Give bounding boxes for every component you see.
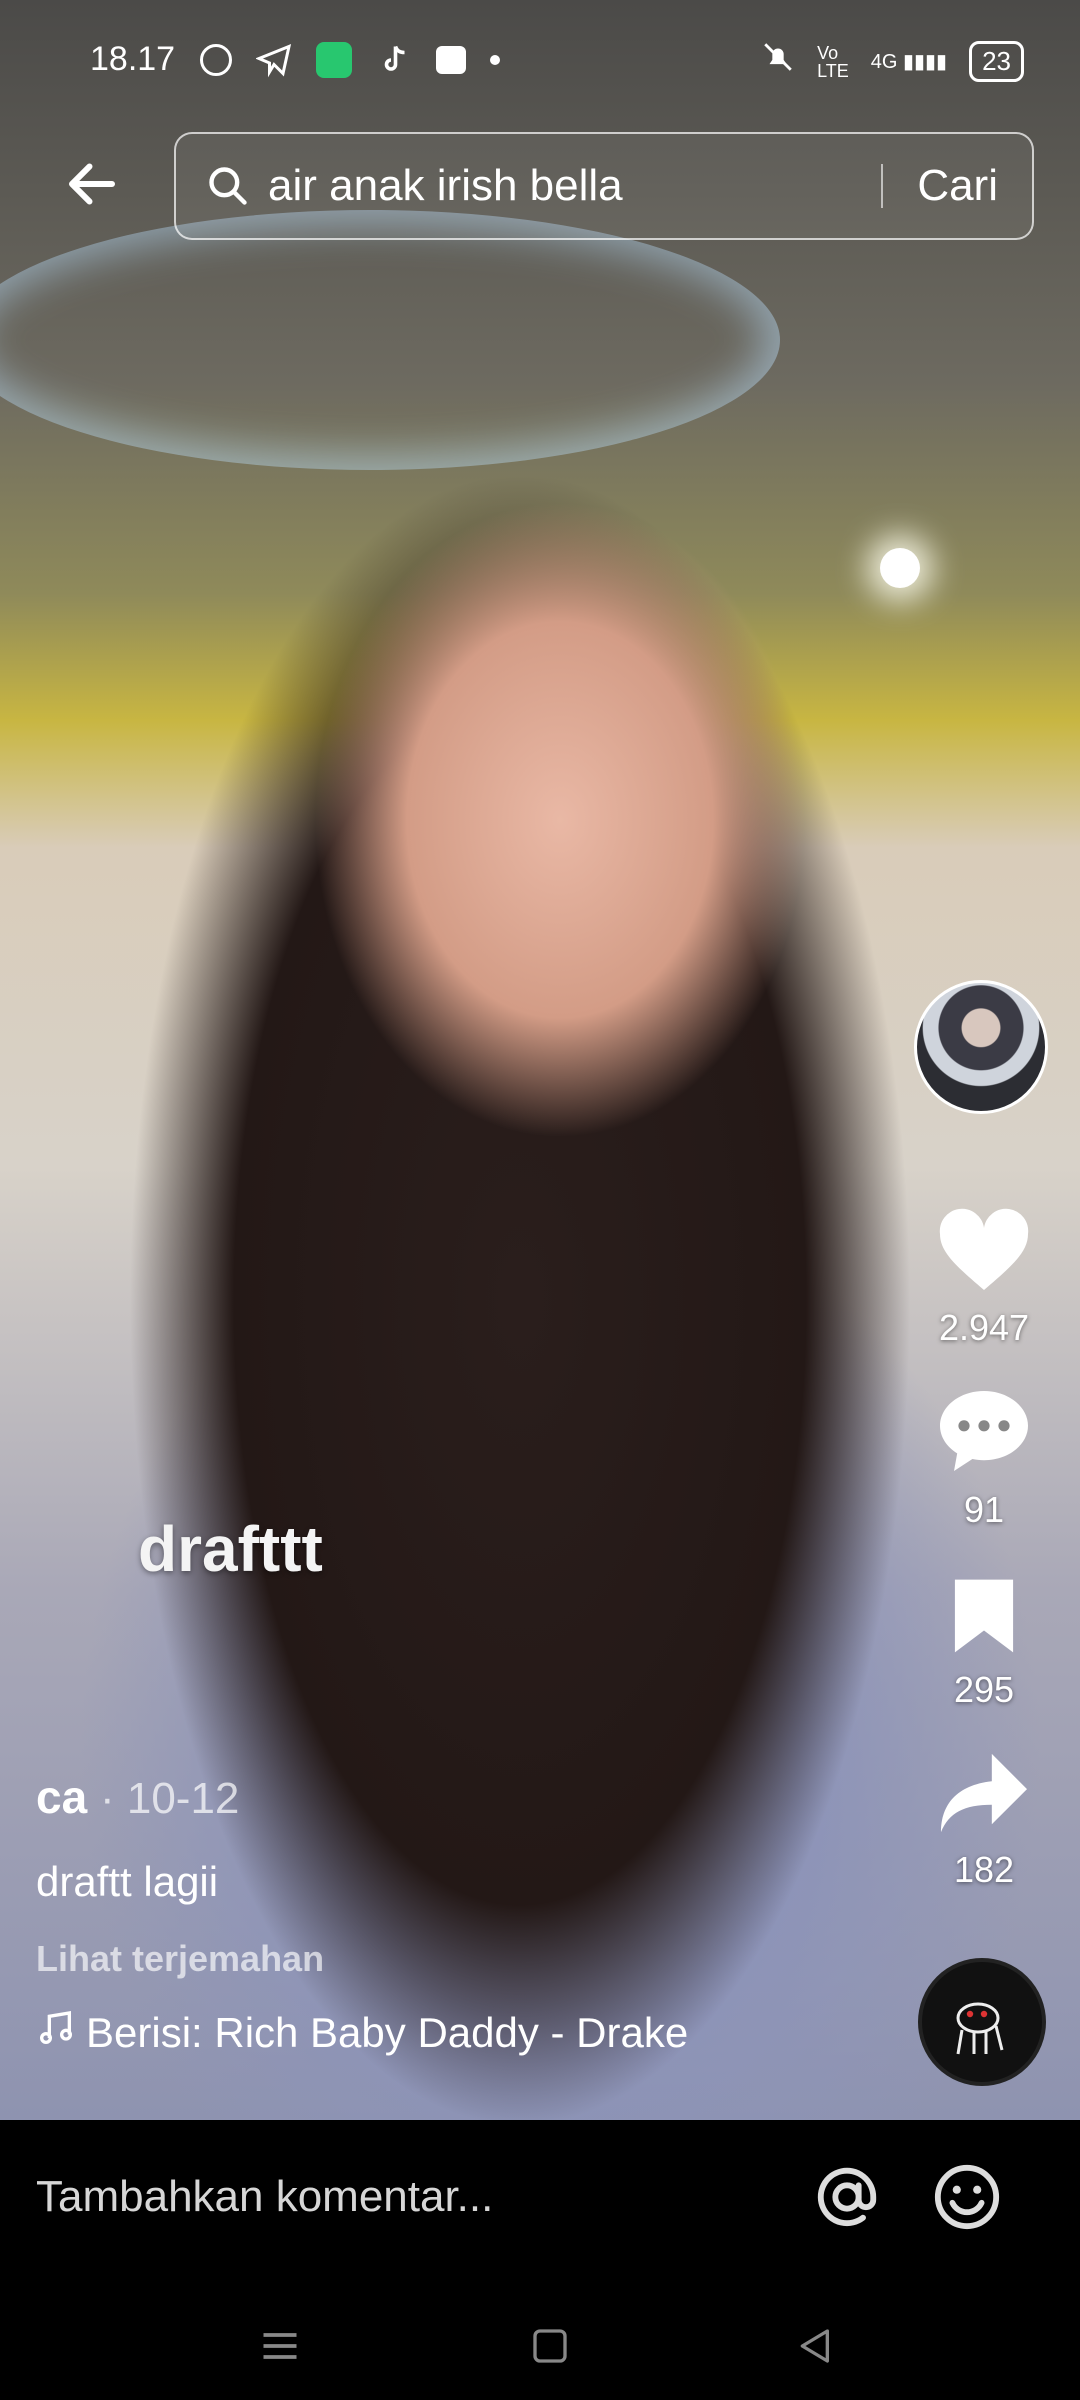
- search-divider: [881, 164, 884, 208]
- signal-icon: 4G ▮▮▮▮: [870, 51, 948, 73]
- author-name[interactable]: ca: [36, 1771, 87, 1823]
- chat-app-icon: [200, 44, 232, 76]
- telegram-icon: [255, 42, 292, 78]
- music-info[interactable]: Berisi: Rich Baby Daddy - Drake: [36, 2008, 816, 2058]
- comment-bar: Tambahkan komentar...: [0, 2120, 1080, 2280]
- music-cover-art-icon: [956, 2002, 1004, 2055]
- post-date-separator: ·: [99, 1774, 127, 1823]
- post-info: ca · 10-12 draftt lagii Lihat terjemahan…: [36, 1770, 816, 2058]
- search-query[interactable]: air anak irish bella: [268, 161, 881, 211]
- arrow-left-icon: [69, 163, 115, 205]
- video-caption-overlay: drafttt: [138, 1513, 323, 1585]
- mute-icon: [761, 40, 795, 83]
- more-dot-icon: [490, 55, 500, 65]
- notification-icons: [200, 42, 500, 78]
- search-bar[interactable]: air anak irish bella Cari: [174, 132, 1034, 240]
- comment-input[interactable]: Tambahkan komentar...: [36, 2172, 493, 2222]
- post-description: draftt lagii: [36, 1858, 219, 1905]
- see-translation-link[interactable]: Lihat terjemahan: [36, 1938, 816, 1980]
- like-count: 2.947: [938, 1307, 1030, 1348]
- status-time: 18.17: [90, 40, 176, 78]
- status-bar: 18.17 Vo LTE 4G ▮▮▮▮ 23: [0, 0, 1080, 120]
- tiktok-icon: [376, 42, 412, 78]
- share-icon: [941, 1753, 1027, 1833]
- save-button[interactable]: 295: [914, 1576, 1054, 1711]
- home-button[interactable]: [520, 2316, 580, 2376]
- search-header: air anak irish bella Cari: [0, 130, 1080, 240]
- battery-indicator: 23: [969, 41, 1024, 82]
- comment-button[interactable]: 91: [914, 1386, 1054, 1531]
- system-nav-bar: [0, 2280, 1080, 2400]
- volte-icon: Vo LTE: [817, 42, 849, 81]
- shop-app-icon: [316, 42, 352, 78]
- comment-count: 91: [963, 1489, 1005, 1530]
- share-button[interactable]: 182: [914, 1750, 1054, 1891]
- comment-icon: [940, 1391, 1028, 1471]
- share-count: 182: [953, 1849, 1015, 1890]
- square-icon: [533, 2329, 567, 2363]
- mention-button[interactable]: [812, 2162, 882, 2232]
- save-count: 295: [953, 1669, 1015, 1710]
- music-note-icon: [36, 2008, 76, 2058]
- search-button[interactable]: Cari: [917, 161, 998, 211]
- wallet-icon: [436, 46, 466, 74]
- at-icon: [817, 2167, 877, 2227]
- menu-icon: [263, 2333, 297, 2359]
- ceiling-lamp-decor: [880, 548, 920, 588]
- music-disc[interactable]: [918, 1958, 1046, 2086]
- search-icon: [204, 162, 252, 210]
- heart-icon: [939, 1208, 1029, 1290]
- like-button[interactable]: 2.947: [914, 1206, 1054, 1349]
- post-date: 10-12: [126, 1774, 240, 1823]
- creator-avatar[interactable]: [914, 980, 1048, 1114]
- ceiling-light-decor: [0, 210, 780, 470]
- back-button[interactable]: [56, 148, 128, 220]
- author-row: ca · 10-12: [36, 1770, 816, 1824]
- triangle-back-icon: [800, 2329, 829, 2363]
- music-title: Berisi: Rich Baby Daddy - Drake: [86, 2009, 689, 2056]
- back-nav-button[interactable]: [784, 2316, 844, 2376]
- system-icons: Vo LTE 4G ▮▮▮▮ 23: [761, 40, 1024, 83]
- emoji-button[interactable]: [932, 2162, 1002, 2232]
- emoji-icon: [934, 2164, 1000, 2230]
- bookmark-icon: [954, 1579, 1014, 1653]
- recent-apps-button[interactable]: [250, 2316, 310, 2376]
